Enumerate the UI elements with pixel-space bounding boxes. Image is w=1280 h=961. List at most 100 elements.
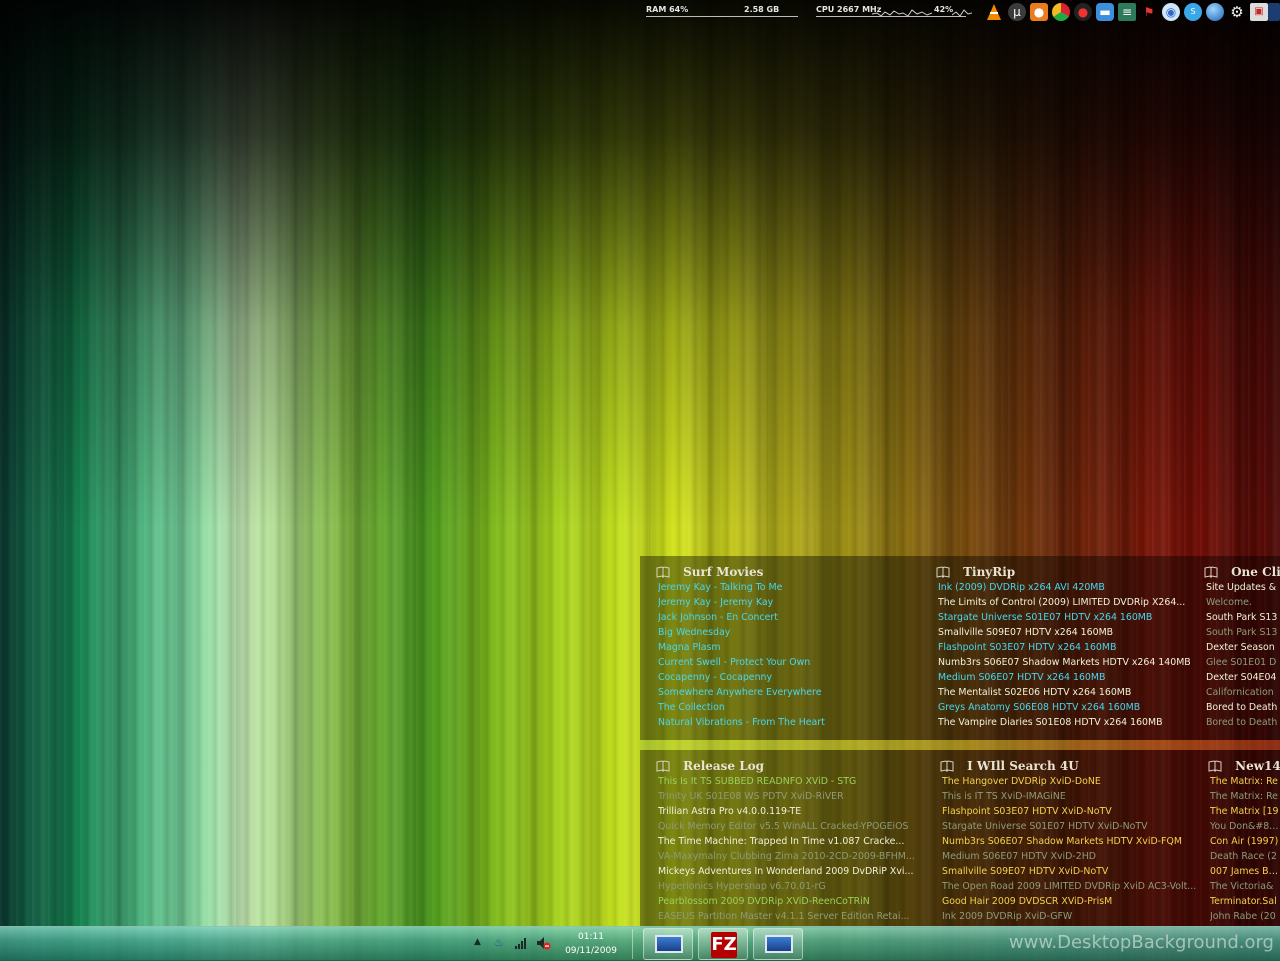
- ram-label: RAM 64%: [646, 5, 689, 14]
- feed-item[interactable]: Terminator.Sal: [1210, 894, 1280, 909]
- feed-item[interactable]: The Matrix [19: [1210, 804, 1280, 819]
- feed-item[interactable]: The Matrix: Re: [1210, 789, 1280, 804]
- feed-item[interactable]: This Is It TS SUBBED READNFO XViD - STG: [658, 774, 922, 789]
- feed-item[interactable]: The Limits of Control (2009) LIMITED DVD…: [938, 595, 1202, 610]
- window-task-button[interactable]: [643, 928, 693, 960]
- feed-item[interactable]: Welcome.: [1206, 595, 1280, 610]
- signal-icon[interactable]: [514, 937, 528, 949]
- feeds-row-2: Release Log This Is It TS SUBBED READNFO…: [640, 750, 1280, 928]
- feeds-separator: [640, 740, 1280, 750]
- globe-icon[interactable]: [1206, 3, 1224, 21]
- feed-item[interactable]: You Don&#821: [1210, 819, 1280, 834]
- feed-item[interactable]: Big Wednesday: [658, 625, 922, 640]
- feed-item[interactable]: The Matrix: Re: [1210, 774, 1280, 789]
- monitor-icon: [655, 935, 683, 953]
- feed-item[interactable]: EASEUS Partition Master v4.1.1 Server Ed…: [658, 909, 922, 924]
- feed-release-log: Release Log This Is It TS SUBBED READNFO…: [640, 750, 922, 928]
- eye-icon[interactable]: ◉: [1162, 3, 1180, 21]
- network-icon[interactable]: ≡: [1118, 3, 1136, 21]
- filezilla-task-button[interactable]: FZ: [698, 928, 748, 960]
- feed-item[interactable]: Dexter Season: [1206, 640, 1280, 655]
- extra-icon[interactable]: [1268, 3, 1280, 21]
- skype-icon[interactable]: S: [1184, 3, 1202, 21]
- desktop-task-button[interactable]: [753, 928, 803, 960]
- taskbar-clock[interactable]: 01:11 09/11/2009: [556, 930, 626, 958]
- feed-item[interactable]: The Mentalist S02E06 HDTV x264 160MB: [938, 685, 1202, 700]
- feed-item[interactable]: Dexter S04E04: [1206, 670, 1280, 685]
- volume-muted-icon[interactable]: [535, 935, 551, 951]
- show-hidden-icon[interactable]: ▲: [474, 937, 481, 947]
- feed-item[interactable]: 007 James Bon: [1210, 864, 1280, 879]
- feed-item[interactable]: John Rabe (20: [1210, 909, 1280, 924]
- feed-item[interactable]: Medium S06E07 HDTV x264 160MB: [938, 670, 1202, 685]
- gear-icon[interactable]: ⚙: [1228, 3, 1246, 21]
- feed-item[interactable]: Bored to Death: [1206, 700, 1280, 715]
- system-monitor-gadget: RAM 64% 2.58 GB CPU 2667 MHz 42% µ ● ● ▬…: [640, 0, 1280, 26]
- feed-item[interactable]: Hyperionics Hypersnap v6.70.01-rG: [658, 879, 922, 894]
- feed-item[interactable]: Trillian Astra Pro v4.0.0.119-TE: [658, 804, 922, 819]
- record-icon[interactable]: ●: [1074, 3, 1092, 21]
- chrome-icon[interactable]: [1052, 3, 1070, 21]
- feed-item[interactable]: Natural Vibrations - From The Heart: [658, 715, 922, 730]
- feed-item[interactable]: Jack Johnson - En Concert: [658, 610, 922, 625]
- feed-item[interactable]: Pearblossom 2009 DVDRip XViD-ReenCoTRiN: [658, 894, 922, 909]
- clock-date: 09/11/2009: [565, 946, 617, 956]
- feed-item[interactable]: Trinity UK S01E08 WS PDTV XviD-RiVER: [658, 789, 922, 804]
- feed-item[interactable]: Bored to Death: [1206, 715, 1280, 730]
- flag-icon[interactable]: ⚑: [1140, 3, 1158, 21]
- feed-item[interactable]: Good Hair 2009 DVDSCR XViD-PrisM: [942, 894, 1206, 909]
- feed-item[interactable]: Mickeys Adventures In Wonderland 2009 Dv…: [658, 864, 922, 879]
- window-icon[interactable]: ▣: [1250, 3, 1268, 21]
- flame-icon[interactable]: ♨: [494, 936, 504, 949]
- feed-item[interactable]: Californication: [1206, 685, 1280, 700]
- feed-title[interactable]: Surf Movies: [683, 565, 763, 579]
- feed-item[interactable]: Quick Memory Editor v5.5 WinALL Cracked-…: [658, 819, 922, 834]
- book-icon: [656, 565, 670, 578]
- feed-item[interactable]: The Time Machine: Trapped In Time v1.087…: [658, 834, 922, 849]
- feed-title[interactable]: One Cli: [1231, 565, 1280, 579]
- feed-item[interactable]: Death Race (2: [1210, 849, 1280, 864]
- utorrent-icon[interactable]: µ: [1008, 3, 1026, 21]
- feed-item[interactable]: This is IT TS XviD-IMAGiNE: [942, 789, 1206, 804]
- feed-item[interactable]: Somewhere Anywhere Everywhere: [658, 685, 922, 700]
- feed-title[interactable]: I WIll Search 4U: [967, 759, 1079, 773]
- feed-item[interactable]: Smallville S09E07 HDTV x264 160MB: [938, 625, 1202, 640]
- feed-item[interactable]: VA-Maxymalny Clubbing Zima 2010-2CD-2009…: [658, 849, 922, 864]
- feed-item[interactable]: Current Swell - Protect Your Own: [658, 655, 922, 670]
- feed-item[interactable]: Jeremy Kay - Talking To Me: [658, 580, 922, 595]
- feeds-row-1: Surf Movies Jeremy Kay - Talking To Me J…: [640, 556, 1280, 740]
- feed-item[interactable]: The Collection: [658, 700, 922, 715]
- feed-item[interactable]: South Park S13: [1206, 610, 1280, 625]
- feed-item[interactable]: South Park S13: [1206, 625, 1280, 640]
- feed-item[interactable]: Ink (2009) DVDRip x264 AVI 420MB: [938, 580, 1202, 595]
- feed-item[interactable]: Stargate Universe S01E07 HDTV XviD-NoTV: [942, 819, 1206, 834]
- feed-title[interactable]: Release Log: [683, 759, 764, 773]
- filezilla-icon: FZ: [711, 932, 737, 958]
- feed-item[interactable]: The Open Road 2009 LIMITED DVDRip XviD A…: [942, 879, 1206, 894]
- feed-item[interactable]: The Hangover DVDRip XviD-DoNE: [942, 774, 1206, 789]
- feed-item[interactable]: Flashpoint S03E07 HDTV x264 160MB: [938, 640, 1202, 655]
- vlc-icon[interactable]: [986, 3, 1002, 21]
- feed-item[interactable]: Flashpoint S03E07 HDTV XviD-NoTV: [942, 804, 1206, 819]
- feed-item[interactable]: Cocapenny - Cocapenny: [658, 670, 922, 685]
- feed-tinyrip: TinyRip Ink (2009) DVDRip x264 AVI 420MB…: [920, 556, 1202, 740]
- feed-title[interactable]: New14: [1235, 759, 1280, 773]
- feed-item[interactable]: Smallville S09E07 HDTV XviD-NoTV: [942, 864, 1206, 879]
- chat-icon[interactable]: ▬: [1096, 3, 1114, 21]
- feed-item[interactable]: Numb3rs S06E07 Shadow Markets HDTV XviD-…: [942, 834, 1206, 849]
- feed-item[interactable]: Site Updates &: [1206, 580, 1280, 595]
- feed-item[interactable]: The Vampire Diaries S01E08 HDTV x264 160…: [938, 715, 1202, 730]
- feed-item[interactable]: Medium S06E07 HDTV XviD-2HD: [942, 849, 1206, 864]
- feed-item[interactable]: Magna Plasm: [658, 640, 922, 655]
- feed-item[interactable]: The Victoria&: [1210, 879, 1280, 894]
- feed-title[interactable]: TinyRip: [963, 565, 1015, 579]
- media-icon[interactable]: ●: [1030, 3, 1048, 21]
- feed-item[interactable]: Con Air (1997): [1210, 834, 1280, 849]
- feed-item[interactable]: Numb3rs S06E07 Shadow Markets HDTV x264 …: [938, 655, 1202, 670]
- feed-item[interactable]: Greys Anatomy S06E08 HDTV x264 160MB: [938, 700, 1202, 715]
- feed-item[interactable]: Ink 2009 DVDRip XviD-GFW: [942, 909, 1206, 924]
- feed-item[interactable]: Glee S01E01 D: [1206, 655, 1280, 670]
- feed-item[interactable]: Jeremy Kay - Jeremy Kay: [658, 595, 922, 610]
- feed-item[interactable]: Stargate Universe S01E07 HDTV x264 160MB: [938, 610, 1202, 625]
- clock-time: 01:11: [578, 932, 604, 942]
